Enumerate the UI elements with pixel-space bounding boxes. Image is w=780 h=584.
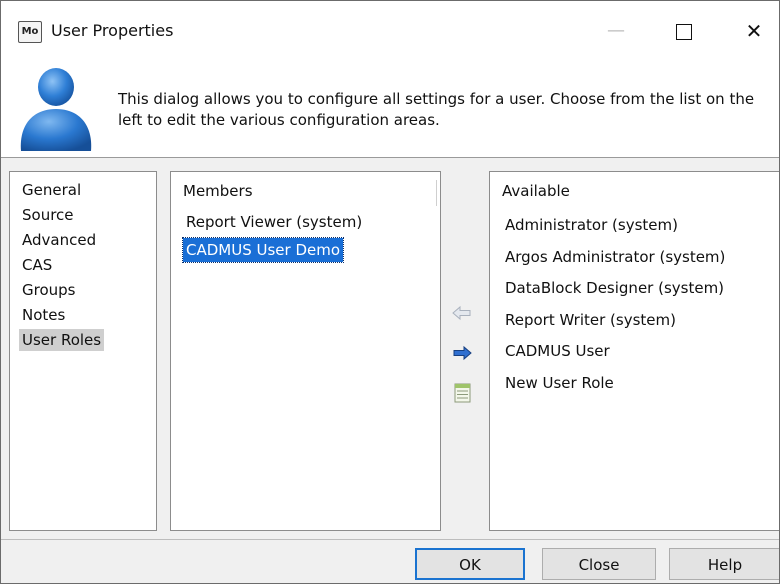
members-list-item-selected[interactable]: CADMUS User Demo bbox=[181, 237, 345, 263]
available-list[interactable]: Available Administrator (system) Argos A… bbox=[489, 171, 779, 531]
maximize-button[interactable] bbox=[659, 13, 709, 49]
available-list-item[interactable]: Administrator (system) bbox=[502, 213, 681, 237]
members-list[interactable]: Members Report Viewer (system) CADMUS Us… bbox=[170, 171, 441, 531]
available-list-item[interactable]: Report Writer (system) bbox=[502, 308, 679, 332]
nav-item-user-roles[interactable]: User Roles bbox=[19, 329, 105, 351]
nav-item-notes[interactable]: Notes bbox=[19, 304, 68, 326]
list-icon[interactable] bbox=[452, 382, 474, 404]
dialog-body: General Source Advanced CAS Groups Notes… bbox=[1, 158, 779, 539]
nav-item-advanced[interactable]: Advanced bbox=[19, 229, 99, 251]
nav-item-source[interactable]: Source bbox=[19, 204, 77, 226]
title-bar[interactable]: Mo User Properties — ✕ bbox=[1, 1, 779, 51]
arrow-left-icon[interactable] bbox=[451, 302, 473, 324]
ok-button[interactable]: OK bbox=[415, 548, 525, 580]
settings-nav-list[interactable]: General Source Advanced CAS Groups Notes… bbox=[9, 171, 157, 531]
help-button[interactable]: Help bbox=[669, 548, 779, 580]
arrow-right-icon[interactable] bbox=[451, 342, 473, 364]
dialog-footer: OK Close Help bbox=[1, 539, 779, 583]
app-icon: Mo bbox=[18, 21, 42, 43]
nav-item-groups[interactable]: Groups bbox=[19, 279, 78, 301]
user-avatar-icon bbox=[20, 68, 92, 151]
nav-item-general[interactable]: General bbox=[19, 179, 84, 201]
members-list-item[interactable]: Report Viewer (system) bbox=[183, 210, 365, 234]
available-list-item[interactable]: DataBlock Designer (system) bbox=[502, 276, 727, 300]
close-button[interactable]: Close bbox=[542, 548, 656, 580]
available-list-item[interactable]: Argos Administrator (system) bbox=[502, 245, 728, 269]
close-window-button[interactable]: ✕ bbox=[729, 13, 779, 49]
available-list-item[interactable]: CADMUS User bbox=[502, 339, 613, 363]
dialog-description: This dialog allows you to configure all … bbox=[118, 90, 755, 129]
available-list-item[interactable]: New User Role bbox=[502, 371, 617, 395]
members-header: Members bbox=[183, 182, 253, 200]
nav-item-cas[interactable]: CAS bbox=[19, 254, 55, 276]
minimize-button[interactable]: — bbox=[591, 13, 641, 49]
maximize-icon bbox=[676, 23, 692, 40]
available-header: Available bbox=[502, 182, 570, 200]
members-column-divider bbox=[436, 180, 437, 206]
dialog-header: This dialog allows you to configure all … bbox=[1, 51, 779, 161]
window-title: User Properties bbox=[51, 21, 174, 40]
user-properties-dialog: Mo User Properties — ✕ This dialog allow… bbox=[0, 0, 780, 584]
